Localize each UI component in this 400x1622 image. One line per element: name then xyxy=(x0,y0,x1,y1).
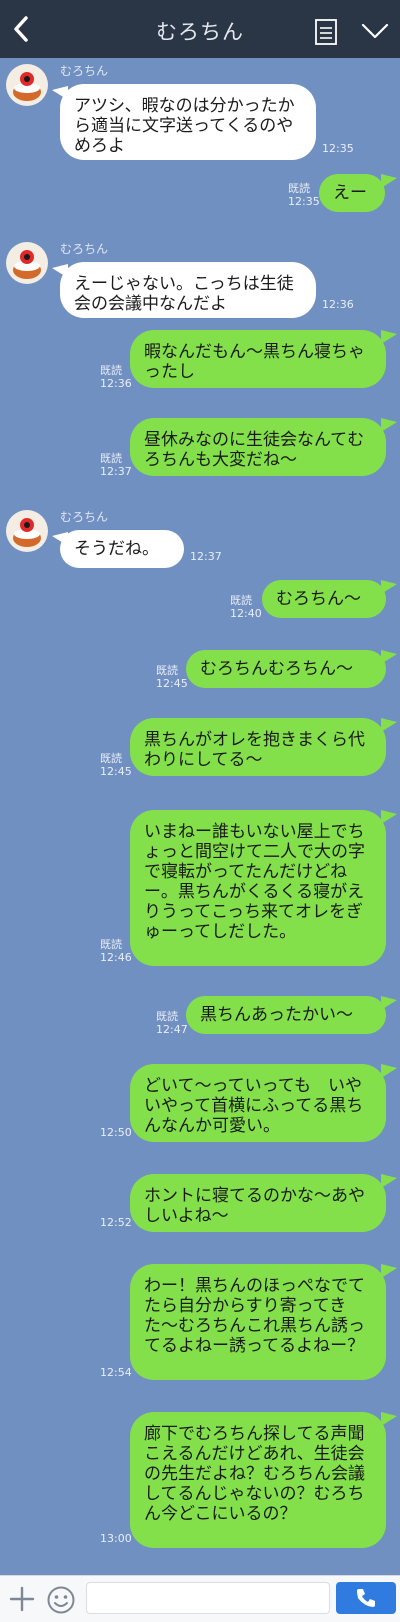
composer-bar xyxy=(0,1575,400,1622)
chevron-down-icon[interactable] xyxy=(360,22,390,40)
read-receipt: 既読 xyxy=(230,594,252,607)
call-button[interactable] xyxy=(336,1582,396,1614)
bubble-tail xyxy=(381,418,397,432)
message-time: 12:50 xyxy=(100,1126,132,1139)
message-meta: 12:50 xyxy=(100,1126,132,1139)
sender-name: むろちん xyxy=(60,510,109,524)
message-time: 12:37 xyxy=(100,465,132,478)
message-input[interactable] xyxy=(86,1582,330,1614)
note-icon[interactable] xyxy=(314,18,338,46)
chat-title: むろちん xyxy=(156,20,244,44)
read-receipt: 既読 xyxy=(156,1010,178,1023)
message-list[interactable]: むろちん アツシ、暇なのは分かったから適当に文字送ってくるのやめろよ 12:35… xyxy=(0,58,400,1575)
plus-icon[interactable] xyxy=(8,1585,36,1613)
read-receipt: 既読 xyxy=(288,182,310,195)
message-bubble[interactable]: 暇なんだもん〜黒ちん寝ちゃったし xyxy=(130,330,386,388)
message-bubble[interactable]: 黒ちんあったかい〜 xyxy=(186,996,386,1034)
chat-header: むろちん xyxy=(0,0,400,58)
message-meta: 既読 12:37 xyxy=(100,452,132,478)
message-meta: 既読 12:46 xyxy=(100,938,132,964)
message-bubble[interactable]: えーじゃない。こっちは生徒会の会議中なんだよ xyxy=(60,262,316,318)
bubble-tail xyxy=(381,996,397,1010)
smiley-icon[interactable] xyxy=(46,1585,76,1615)
avatar[interactable] xyxy=(6,64,48,106)
bubble-tail xyxy=(381,330,397,344)
read-receipt: 既読 xyxy=(100,752,122,765)
read-receipt: 既読 xyxy=(100,364,122,377)
sender-name: むろちん xyxy=(60,64,109,78)
avatar[interactable] xyxy=(6,242,48,284)
message-time: 12:36 xyxy=(100,377,132,390)
message-time: 12:35 xyxy=(322,142,354,155)
message-time: 12:35 xyxy=(288,195,320,208)
message-meta: 13:00 xyxy=(100,1532,132,1545)
read-receipt: 既読 xyxy=(156,664,178,677)
message-meta: 既読 12:40 xyxy=(230,594,262,620)
bubble-tail xyxy=(381,1064,397,1078)
bubble-tail xyxy=(381,1174,397,1188)
message-time: 12:47 xyxy=(156,1023,188,1036)
message-bubble[interactable]: そうだね。 xyxy=(60,530,184,568)
message-time: 12:40 xyxy=(230,607,262,620)
message-time: 12:45 xyxy=(100,765,132,778)
message-meta: 既読 12:36 xyxy=(100,364,132,390)
message-time: 12:52 xyxy=(100,1216,132,1229)
message-bubble[interactable]: えー xyxy=(319,174,385,212)
bubble-tail xyxy=(381,580,397,594)
message-bubble[interactable]: 廊下でむろちん探してる声聞こえるんだけどあれ、生徒会の先生だよね？むろちん会議し… xyxy=(130,1412,386,1548)
message-bubble[interactable]: むろちん〜 xyxy=(262,580,386,618)
bubble-tail xyxy=(381,810,397,824)
bubble-tail xyxy=(381,174,397,188)
message-meta: 12:52 xyxy=(100,1216,132,1229)
message-time: 12:45 xyxy=(156,677,188,690)
message-bubble[interactable]: いまねー誰もいない屋上でちょっと間空けて二人で大の字で寝転がってたんだけどねー。… xyxy=(130,810,386,966)
bubble-tail xyxy=(381,650,397,664)
message-time: 12:37 xyxy=(190,550,222,563)
message-meta: 既読 12:47 xyxy=(156,1010,188,1036)
message-meta: 既読 12:45 xyxy=(100,752,132,778)
message-meta: 既読 12:35 xyxy=(288,182,320,208)
message-meta: 12:54 xyxy=(100,1366,132,1379)
message-time: 12:36 xyxy=(322,298,354,311)
message-time: 12:46 xyxy=(100,951,132,964)
message-time: 12:54 xyxy=(100,1366,132,1379)
message-bubble[interactable]: 黒ちんがオレを抱きまくら代わりにしてる〜 xyxy=(130,718,386,776)
message-meta: 既読 12:45 xyxy=(156,664,188,690)
message-bubble[interactable]: ホントに寝てるのかな〜あやしいよね〜 xyxy=(130,1174,386,1232)
message-bubble[interactable]: わー！黒ちんのほっぺなでてたら自分からすり寄ってきた〜むろちんこれ黒ちん誘ってる… xyxy=(130,1264,386,1380)
message-bubble[interactable]: むろちんむろちん〜 xyxy=(186,650,386,688)
read-receipt: 既読 xyxy=(100,452,122,465)
message-bubble[interactable]: どいて〜っていっても いやいやって首横にふってる黒ちんなんか可愛い。 xyxy=(130,1064,386,1142)
message-time: 13:00 xyxy=(100,1532,132,1545)
message-bubble[interactable]: アツシ、暇なのは分かったから適当に文字送ってくるのやめろよ xyxy=(60,84,316,160)
phone-icon xyxy=(357,1589,375,1607)
sender-name: むろちん xyxy=(60,242,109,256)
bubble-tail xyxy=(381,1264,397,1278)
avatar[interactable] xyxy=(6,510,48,552)
bubble-tail xyxy=(381,718,397,732)
bubble-tail xyxy=(381,1412,397,1426)
read-receipt: 既読 xyxy=(100,938,122,951)
message-bubble[interactable]: 昼休みなのに生徒会なんてむろちんも大変だね〜 xyxy=(130,418,386,476)
